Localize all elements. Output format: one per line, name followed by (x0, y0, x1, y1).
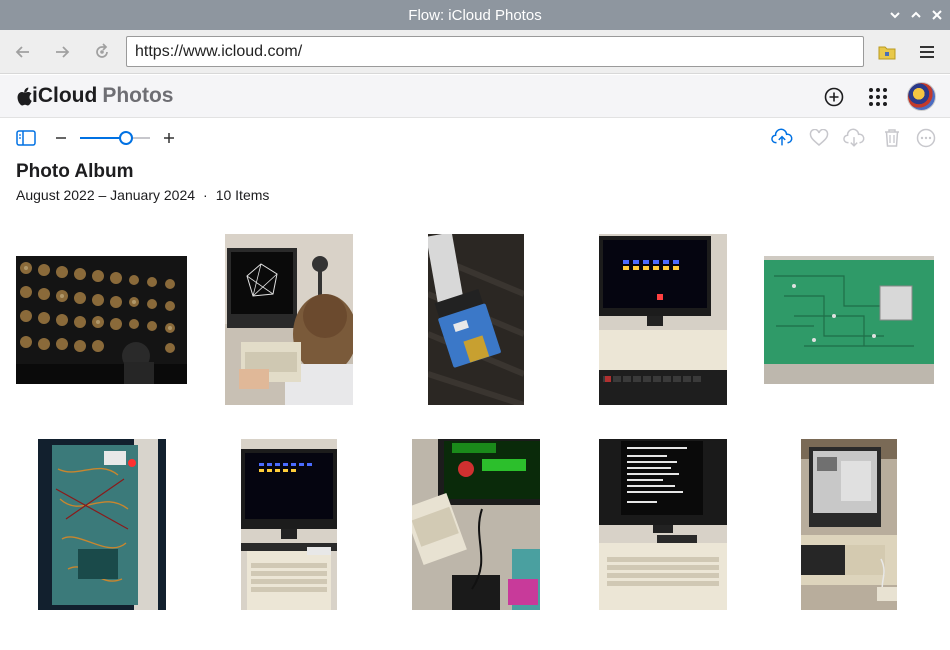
photo-repton-game-setup[interactable] (412, 439, 540, 610)
app-header: iCloud Photos (0, 75, 950, 118)
app-grid-icon[interactable] (865, 84, 891, 110)
photo-invaders-game-on-monitor[interactable] (241, 439, 337, 610)
avatar[interactable] (907, 82, 936, 111)
sidebar-toggle-icon[interactable] (15, 127, 37, 149)
back-arrow-icon[interactable] (9, 38, 37, 66)
photo-sd-card-adapter-ribbon[interactable] (428, 234, 524, 405)
minimize-icon[interactable] (884, 0, 906, 30)
hamburger-menu-icon[interactable] (913, 38, 941, 66)
album-date-range: August 2022 – January 2024 (16, 187, 196, 203)
cloud-upload-icon[interactable] (771, 127, 793, 149)
photo-vinyl-wall-display[interactable] (16, 256, 187, 384)
trash-icon[interactable] (881, 127, 903, 149)
heart-icon[interactable] (808, 127, 830, 149)
photo-text-screen-retro-pc[interactable] (599, 439, 727, 610)
ellipsis-circle-icon[interactable] (915, 127, 937, 149)
photo-green-circuit-board[interactable] (764, 256, 934, 384)
icloud-logo[interactable]: iCloud Photos (16, 84, 174, 108)
album-item-count: 10 Items (215, 187, 270, 203)
zoom-slider-knob[interactable] (119, 131, 133, 145)
album-title: Photo Album (16, 161, 134, 182)
plus-icon[interactable] (158, 127, 180, 149)
minus-icon[interactable] (50, 127, 72, 149)
reload-icon[interactable] (88, 38, 116, 66)
url-text: https://www.icloud.com/ (135, 42, 303, 60)
photo-child-at-retro-computer[interactable] (225, 234, 353, 405)
photo-wired-prototype-board[interactable] (38, 439, 166, 610)
browser-toolbar: https://www.icloud.com/ (0, 30, 950, 74)
brand-icloud: iCloud (32, 84, 98, 107)
close-icon[interactable] (926, 0, 948, 30)
plus-circle-icon[interactable] (821, 84, 847, 110)
zoom-slider[interactable] (80, 128, 152, 148)
meta-separator: · (203, 187, 208, 203)
brand-photos: Photos (102, 84, 174, 107)
apple-icon (17, 87, 32, 106)
address-bar[interactable]: https://www.icloud.com/ (126, 36, 864, 67)
window-title: Flow: iCloud Photos (408, 6, 542, 24)
folder-icon[interactable] (873, 38, 901, 66)
maximize-icon[interactable] (905, 0, 927, 30)
forward-arrow-icon[interactable] (48, 38, 76, 66)
album-meta: August 2022 – January 2024 · 10 Items (16, 187, 269, 203)
photo-desk-retro-computer[interactable] (801, 439, 897, 610)
window-titlebar: Flow: iCloud Photos (0, 0, 950, 30)
cloud-download-icon[interactable] (843, 127, 865, 149)
photo-space-invaders-monitor[interactable] (599, 234, 727, 405)
